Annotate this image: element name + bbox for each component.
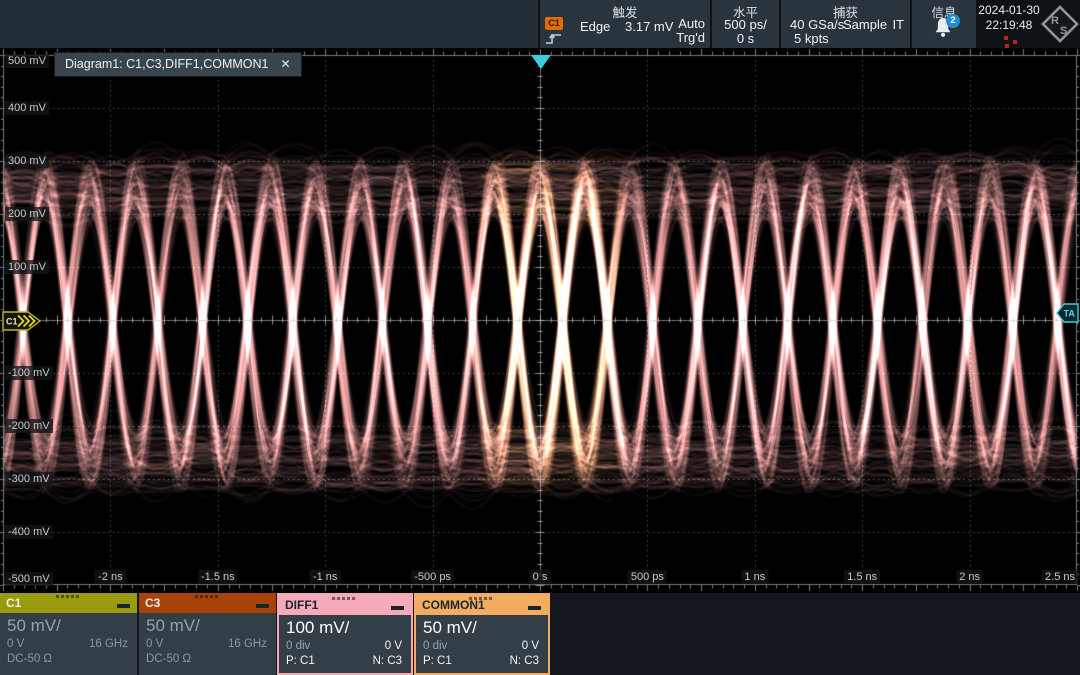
channel-badge-c1[interactable]: C1 50 mV/ 0 V 16 GHz DC-50 Ω [0, 593, 137, 675]
minimize-icon[interactable] [528, 606, 541, 610]
trigger-state: Trg'd [676, 31, 705, 45]
channel-offset: 0 V [7, 637, 24, 652]
close-icon[interactable]: ✕ [281, 57, 291, 71]
datetime-display: 2024-01-30 22:19:48 [978, 0, 1040, 48]
drag-handle-icon[interactable] [56, 595, 59, 598]
x-axis-label: 2.5 ns [1042, 570, 1078, 584]
trigger-type: Edge [580, 19, 610, 34]
channel-badge-diff1[interactable]: DIFF1 100 mV/ 0 div 0 V P: C1 N: C3 [277, 593, 413, 675]
drag-handle-icon[interactable] [469, 597, 472, 600]
x-axis-label: 0 s [530, 570, 551, 584]
channel-label: C1 [6, 596, 21, 610]
channel-badge-common1[interactable]: COMMON1 50 mV/ 0 div 0 V P: C1 N: C3 [414, 593, 550, 675]
diagram-area: Diagram1: C1,C3,DIFF1,COMMON1 ✕ C1 TA 500… [0, 48, 1080, 593]
x-axis-label: 1.5 ns [844, 570, 880, 584]
positive-source: P: C1 [423, 654, 452, 669]
trigger-settings-panel[interactable]: 触发 C1 Edge 3.17 mV Auto Trg'd [540, 0, 710, 48]
record-length: 5 kpts [794, 31, 829, 46]
y-axis-label: -500 mV [5, 572, 53, 586]
drag-handle-icon[interactable] [332, 597, 335, 600]
info-panel[interactable]: 信息 2 [912, 0, 976, 48]
positive-source: P: C1 [286, 654, 315, 669]
c1-offset-marker[interactable]: C1 [2, 311, 42, 331]
acquisition-settings-panel[interactable]: 捕获 40 GSa/s 5 kpts Sample IT [781, 0, 910, 48]
x-axis-label: 500 ps [628, 570, 667, 584]
trigger-level-marker[interactable]: TA [1056, 303, 1079, 323]
channel-badge-header: C3 [139, 593, 276, 613]
y-axis-label: 300 mV [5, 154, 49, 168]
trigger-mode: Auto [676, 17, 705, 31]
svg-text:C1: C1 [6, 317, 18, 327]
notification-count-badge: 2 [946, 14, 960, 28]
x-axis-label: -2 ns [95, 570, 125, 584]
date-label: 2024-01-30 [978, 3, 1040, 17]
channel-offset: 0 V [385, 639, 402, 654]
top-toolbar: 触发 C1 Edge 3.17 mV Auto Trg'd 水平 500 ps/… [0, 0, 1080, 48]
channel-bandwidth: 16 GHz [89, 637, 128, 652]
channel-badge-header: DIFF1 [279, 595, 411, 615]
channel-badge-header: C1 [0, 593, 137, 613]
channel-offset: 0 V [146, 637, 163, 652]
channel-bar: C1 50 mV/ 0 V 16 GHz DC-50 Ω C3 50 mV/ 0 … [0, 593, 1080, 675]
waveform-canvas[interactable] [0, 48, 1080, 593]
time-label: 22:19:48 [978, 18, 1040, 32]
diagram-tab-label: Diagram1: C1,C3,DIFF1,COMMON1 [65, 57, 269, 71]
minimize-icon[interactable] [117, 604, 130, 608]
x-axis-label: 1 ns [741, 570, 768, 584]
channel-position: 0 div [286, 639, 310, 654]
channel-coupling: DC-50 Ω [7, 652, 52, 667]
oscilloscope-screen: 触发 C1 Edge 3.17 mV Auto Trg'd 水平 500 ps/… [0, 0, 1080, 675]
trigger-activity-dots-icon [1004, 36, 1008, 40]
channel-position: 0 div [423, 639, 447, 654]
channel-badge-header: COMMON1 [416, 595, 548, 615]
y-axis-label: 500 mV [5, 54, 49, 68]
negative-source: N: C3 [373, 654, 402, 669]
channel-bandwidth: 16 GHz [228, 637, 267, 652]
svg-text:TA: TA [1064, 309, 1076, 319]
x-axis-label: -1.5 ns [198, 570, 238, 584]
channel-label: DIFF1 [285, 598, 318, 612]
x-axis-label: -500 ps [411, 570, 454, 584]
horizontal-settings-panel[interactable]: 水平 500 ps/ 0 s [712, 0, 779, 48]
channel-scale: 100 mV/ [286, 618, 411, 638]
y-axis-label: -400 mV [5, 525, 53, 539]
channel-badge-c3[interactable]: C3 50 mV/ 0 V 16 GHz DC-50 Ω [139, 593, 276, 675]
interpolation-mode: IT [892, 17, 904, 32]
horizontal-position: 0 s [712, 31, 779, 46]
minimize-icon[interactable] [391, 606, 404, 610]
y-axis-label: 400 mV [5, 101, 49, 115]
y-axis-label: -100 mV [5, 366, 53, 380]
x-axis-label: -1 ns [310, 570, 340, 584]
channel-offset: 0 V [522, 639, 539, 654]
channel-scale: 50 mV/ [7, 616, 137, 636]
channel-label: COMMON1 [422, 598, 485, 612]
channel-coupling: DC-50 Ω [146, 652, 191, 667]
svg-text:R: R [1051, 15, 1059, 27]
sample-rate: 40 GSa/s [790, 17, 844, 32]
channel-scale: 50 mV/ [423, 618, 548, 638]
drag-handle-icon[interactable] [195, 595, 198, 598]
channel-scale: 50 mV/ [146, 616, 276, 636]
channel-label: C3 [145, 596, 160, 610]
y-axis-label: 100 mV [5, 260, 49, 274]
horizontal-scale: 500 ps/ [712, 17, 779, 32]
acquisition-mode: Sample [843, 17, 887, 32]
rohde-schwarz-logo: R S [1040, 4, 1080, 44]
rising-edge-icon [545, 31, 563, 45]
x-axis-label: 2 ns [956, 570, 983, 584]
y-axis-label: -200 mV [5, 419, 53, 433]
trigger-position-marker[interactable] [531, 55, 551, 69]
trigger-mode-state: Auto Trg'd [676, 17, 705, 45]
trigger-source-badge[interactable]: C1 [545, 17, 563, 30]
toolbar-empty-area [0, 0, 538, 48]
diagram-tab[interactable]: Diagram1: C1,C3,DIFF1,COMMON1 ✕ [55, 53, 301, 76]
y-axis-label: 200 mV [5, 207, 49, 221]
minimize-icon[interactable] [256, 604, 269, 608]
y-axis-label: -300 mV [5, 472, 53, 486]
trigger-level: 3.17 mV [625, 19, 673, 34]
svg-text:S: S [1060, 25, 1067, 37]
negative-source: N: C3 [510, 654, 539, 669]
